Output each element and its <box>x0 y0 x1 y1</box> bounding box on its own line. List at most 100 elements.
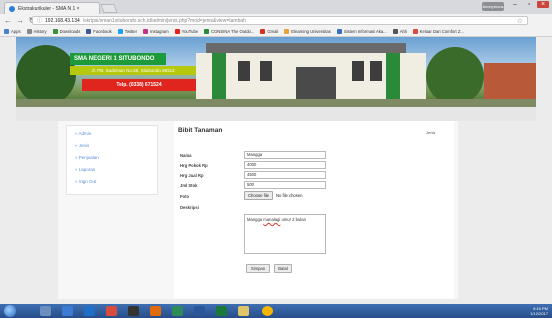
hrg-pokok-label: Hrg Pokok Rp <box>180 162 208 168</box>
form-panel: Bibit Tanaman Jenis Nama Mangga Hrg Poko… <box>174 121 454 299</box>
browser-tab-bar: Ekstrakurikuler - SMA N 1 × Anonymous – … <box>0 0 552 14</box>
deskripsi-label: Deskripsi <box>180 204 199 210</box>
sidebar-item-penjualan[interactable]: » Penjualan <box>75 155 157 160</box>
deskripsi-textarea[interactable]: Mangga manalagi umur 2 bulan <box>244 214 326 254</box>
bookmark-label: Sistem Informasi Aka... <box>343 29 387 34</box>
sidebar-item-laporan[interactable]: » Laporan <box>75 167 157 172</box>
youtube-icon <box>174 29 180 34</box>
bookmark-label: Twitter <box>124 29 138 34</box>
address-host: 192.168.43.134 <box>45 17 80 24</box>
sidebar-menu: » Admin » Jenis » Penjualan » Laporan » … <box>66 125 158 195</box>
bookmark-star-icon[interactable]: ☆ <box>517 17 523 25</box>
bookmark-item[interactable]: YouTube <box>174 29 199 34</box>
bookmark-label: History <box>33 29 47 34</box>
file-status: No file chosen <box>275 193 303 198</box>
taskbar-app-icon[interactable] <box>172 306 183 316</box>
bookmark-item[interactable]: Gmail <box>260 29 278 34</box>
info-icon: ⓘ <box>37 18 43 24</box>
school-name: SMA NEGERI 1 SITUBONDO <box>70 53 166 65</box>
file-picker: Choose file No file chosen <box>244 191 303 200</box>
deskripsi-text-suffix: umur 2 bulan <box>280 217 306 222</box>
cancel-button[interactable]: Batal <box>274 264 292 273</box>
nama-field[interactable]: Mangga <box>244 151 326 159</box>
tab-favicon-icon <box>9 5 15 12</box>
bookmark-label: Gmail <box>267 29 279 34</box>
forward-arrow-icon[interactable]: → <box>16 16 24 25</box>
bookmark-item[interactable]: Facebook <box>86 29 112 34</box>
sidebar-item-jenis[interactable]: » Jenis <box>75 143 157 148</box>
ahli-icon <box>392 29 398 34</box>
building-column <box>386 53 400 101</box>
facebook-icon <box>86 29 92 34</box>
nama-label: Nama <box>180 152 192 158</box>
foto-label: Foto <box>180 193 190 199</box>
maximize-icon[interactable]: ▫ <box>523 1 535 8</box>
tree-image <box>426 47 484 105</box>
taskbar-app-icon[interactable] <box>84 306 95 316</box>
history-icon <box>26 29 32 34</box>
browser-toolbar: ← → ↻ ⓘ 192.168.43.134 /skripsi/sman1sit… <box>0 14 552 37</box>
bookmark-item[interactable]: Ahli <box>392 29 407 34</box>
bookmark-item[interactable]: Instagram <box>143 29 169 34</box>
bookmark-label: Downloads <box>59 29 81 34</box>
taskbar: 9:16 PM 1/12/2017 <box>0 304 552 318</box>
system-clock[interactable]: 9:16 PM 1/12/2017 <box>500 306 548 316</box>
comfort-zone-icon <box>412 29 418 34</box>
bookmark-item[interactable]: Apps <box>4 29 21 34</box>
taskbar-app-icon[interactable] <box>62 306 73 316</box>
taskbar-app-icon[interactable] <box>128 306 139 316</box>
taskbar-app-icon[interactable] <box>150 306 161 316</box>
back-arrow-icon[interactable]: ← <box>4 16 12 25</box>
hrg-jual-field[interactable]: 4500 <box>244 171 326 179</box>
bookmark-item[interactable]: Elearning Universitas <box>284 29 331 34</box>
address-bar[interactable]: ⓘ 192.168.43.134 /skripsi/sman1situbondo… <box>32 16 528 25</box>
save-button[interactable]: Simpan <box>246 264 270 273</box>
bookmark-label: CONSINA The Outdo... <box>211 29 255 34</box>
taskbar-app-icon[interactable] <box>216 306 227 316</box>
taskbar-app-icon[interactable] <box>40 306 51 316</box>
bookmark-item[interactable]: CONSINA The Outdo... <box>204 29 254 34</box>
taskbar-app-icon[interactable] <box>238 306 249 316</box>
siakad-icon <box>336 29 342 34</box>
ground-strip <box>16 99 536 107</box>
close-icon[interactable]: × <box>537 1 549 8</box>
building-window <box>352 61 364 81</box>
bookmark-item[interactable]: History <box>26 29 47 34</box>
elearning-icon <box>284 29 290 34</box>
taskbar-app-icon[interactable] <box>106 306 117 316</box>
bookmark-label: YouTube <box>181 29 199 34</box>
profile-chip[interactable]: Anonymous <box>482 2 504 11</box>
start-button-icon[interactable] <box>4 305 16 317</box>
hrg-pokok-field[interactable]: 4000 <box>244 161 326 169</box>
new-tab-button[interactable] <box>100 4 118 13</box>
form-row-hrg-jual: Hrg Jual Rp <box>180 171 240 179</box>
bookmark-item[interactable]: Downloads <box>52 29 81 34</box>
twitter-icon <box>117 29 123 34</box>
clock-date: 1/12/2017 <box>530 311 548 316</box>
sidebar-item-sign-out[interactable]: » Sign Out <box>75 179 157 184</box>
building-window <box>370 61 382 81</box>
bookmark-item[interactable]: Keluar Dari Comfort Z... <box>412 29 464 34</box>
address-path: /skripsi/sman1situbondo.sch.id/admin/jen… <box>82 17 246 24</box>
form-row-deskripsi: Deskripsi <box>180 203 240 211</box>
bookmark-item[interactable]: Twitter <box>117 29 138 34</box>
bookmark-item[interactable]: Sistem Informasi Aka... <box>336 29 387 34</box>
sidebar-item-admin[interactable]: » Admin <box>75 131 157 136</box>
form-row-jml-stok: Jml Stok <box>180 181 240 189</box>
jml-stok-label: Jml Stok <box>180 182 198 188</box>
taskbar-app-icon[interactable] <box>194 306 205 316</box>
web-page: SMA NEGERI 1 SITUBONDO Jl. PB. Sudirman … <box>0 37 552 304</box>
school-phone: Telp. (0338) 671524 <box>82 79 196 91</box>
deskripsi-text: Mangga <box>247 217 264 222</box>
house-image <box>484 63 536 101</box>
jenis-label: Jenis <box>426 130 436 135</box>
school-address: Jl. PB. Sudirman No.58, Situbondo 68312 <box>70 66 196 75</box>
chrome-taskbar-icon[interactable] <box>262 306 273 316</box>
bookmark-label: Elearning Universitas <box>291 29 331 34</box>
form-row-foto: Foto <box>180 192 240 200</box>
bookmark-label: Ahli <box>399 29 407 34</box>
choose-file-button[interactable]: Choose file <box>244 191 273 200</box>
jml-stok-field[interactable]: 500 <box>244 181 326 189</box>
browser-tab[interactable]: Ekstrakurikuler - SMA N 1 × <box>4 2 100 14</box>
minimize-icon[interactable]: – <box>509 1 521 8</box>
